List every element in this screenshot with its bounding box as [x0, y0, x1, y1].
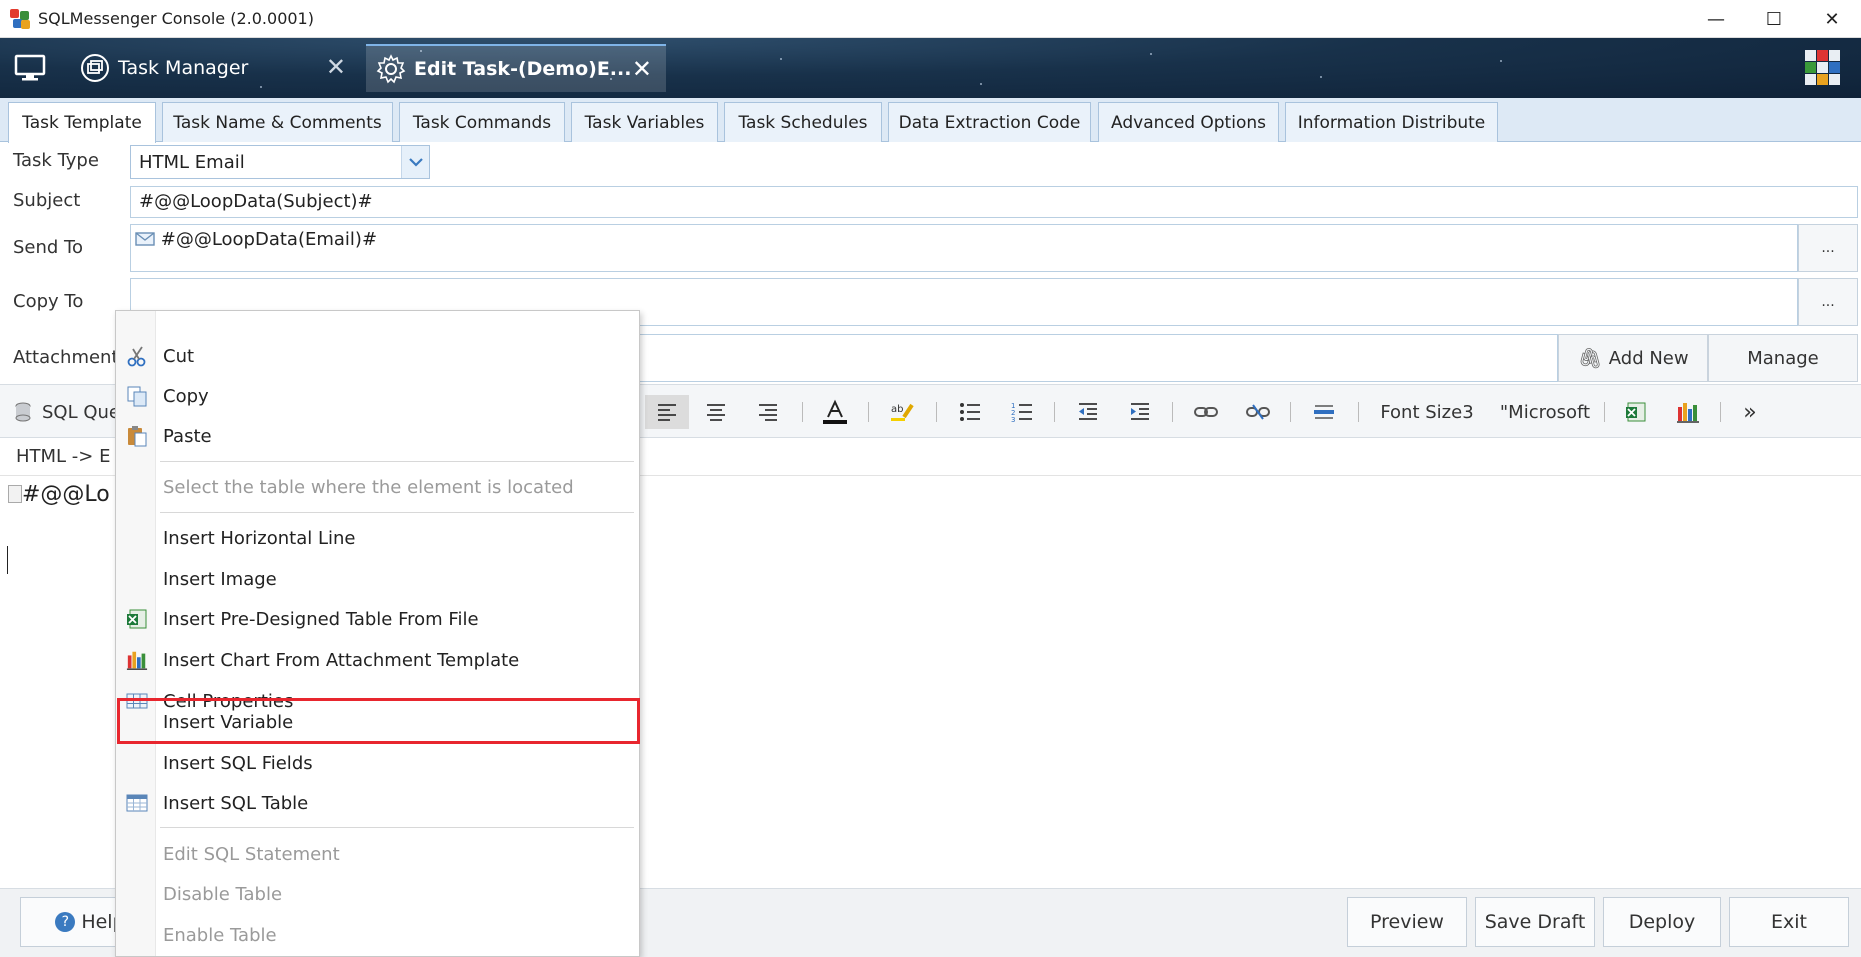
highlight-color-icon[interactable]: ab	[880, 395, 924, 429]
chart-icon	[126, 651, 148, 670]
copy-to-browse-button[interactable]: ...	[1798, 278, 1858, 326]
task-type-select[interactable]: HTML Email	[130, 145, 430, 179]
subject-label: Subject	[13, 190, 81, 211]
menu-item-paste[interactable]: Paste	[117, 417, 638, 455]
task-manager-icon	[81, 54, 109, 82]
send-to-label: Send To	[13, 237, 84, 258]
close-tab-icon[interactable]: ✕	[632, 55, 652, 83]
maximize-button[interactable]: ☐	[1745, 0, 1803, 38]
menu-item-insert-sql-table[interactable]: Insert SQL Table	[117, 784, 638, 822]
send-to-browse-button[interactable]: ...	[1798, 224, 1858, 272]
task-type-value: HTML Email	[139, 151, 245, 173]
tab-edit-task[interactable]: Edit Task-(Demo)E... ✕	[366, 44, 666, 92]
excel-icon	[127, 609, 147, 629]
menu-item-insert-predesigned-table[interactable]: Insert Pre-Designed Table From File	[117, 600, 638, 638]
menu-item-cut[interactable]: Cut	[117, 337, 638, 375]
menu-item-disable-table[interactable]: Disable Table	[117, 875, 638, 913]
menu-item-select-table[interactable]: Select the table where the element is lo…	[117, 468, 638, 506]
sql-query-label: SQL Que	[42, 401, 120, 423]
paste-icon	[128, 426, 147, 447]
numbered-list-icon[interactable]: 123	[1000, 395, 1044, 429]
menu-item-insert-image[interactable]: Insert Image	[117, 560, 638, 598]
editor-context-menu: Cut Copy Paste Select the table where th…	[115, 310, 640, 957]
app-header: Task Manager ✕ Edit Task-(Demo)E... ✕	[0, 38, 1861, 98]
copy-icon	[127, 386, 147, 407]
tab-task-variables[interactable]: Task Variables	[571, 102, 718, 142]
database-icon	[15, 402, 31, 422]
align-right-button[interactable]	[746, 395, 790, 429]
chevron-down-icon[interactable]	[401, 146, 429, 178]
more-tools-icon[interactable]: »	[1730, 395, 1770, 429]
send-to-value: #@@LoopData(Email)#	[160, 229, 378, 250]
menu-item-edit-sql-statement[interactable]: Edit SQL Statement	[117, 835, 638, 873]
help-icon: ?	[55, 912, 76, 932]
menu-item-copy[interactable]: Copy	[117, 377, 638, 415]
send-to-input[interactable]: #@@LoopData(Email)#	[130, 224, 1798, 272]
subject-input[interactable]: #@@LoopData(Subject)#	[130, 186, 1858, 218]
tab-task-manager[interactable]: Task Manager ✕	[70, 44, 360, 92]
svg-text:ab: ab	[891, 404, 903, 415]
sql-query-button[interactable]: SQL Que	[14, 395, 124, 429]
text-caret	[7, 546, 8, 574]
tab-label: Edit Task-(Demo)E...	[414, 58, 632, 80]
app-logo-icon	[10, 8, 30, 29]
manage-attachments-button[interactable]: Manage	[1708, 334, 1858, 382]
unlink-icon[interactable]	[1236, 395, 1280, 429]
task-tab-bar: Task Template Task Name & Comments Task …	[0, 98, 1861, 143]
chart-icon[interactable]	[1668, 395, 1708, 429]
add-new-label: Add New	[1608, 347, 1689, 369]
close-tab-icon[interactable]: ✕	[326, 53, 346, 81]
gear-icon	[376, 54, 406, 84]
tab-advanced-options[interactable]: Advanced Options	[1098, 102, 1279, 142]
horizontal-line-icon[interactable]	[1302, 395, 1346, 429]
app-cube-logo-icon	[1805, 50, 1840, 85]
tab-task-schedules[interactable]: Task Schedules	[724, 102, 882, 142]
menu-item-insert-sql-fields[interactable]: Insert SQL Fields	[117, 744, 638, 782]
bullet-list-icon[interactable]	[948, 395, 992, 429]
tab-task-name-comments[interactable]: Task Name & Comments	[162, 102, 393, 142]
window-title: SQLMessenger Console (2.0.0001)	[38, 9, 314, 28]
task-type-label: Task Type	[13, 150, 99, 171]
scissors-icon	[127, 346, 146, 367]
font-name-select[interactable]: "Microsoft	[1490, 395, 1600, 429]
menu-item-insert-horizontal-line[interactable]: Insert Horizontal Line	[117, 519, 638, 557]
tab-task-commands[interactable]: Task Commands	[399, 102, 565, 142]
outdent-icon[interactable]	[1066, 395, 1110, 429]
excel-table-icon[interactable]	[1616, 395, 1656, 429]
align-left-button[interactable]	[645, 395, 689, 429]
menu-item-enable-table[interactable]: Enable Table	[117, 916, 638, 954]
add-new-attachment-button[interactable]: 🖇 Add New	[1558, 334, 1708, 382]
insert-variable-highlight	[117, 698, 640, 744]
tab-data-extraction-code[interactable]: Data Extraction Code	[888, 102, 1091, 142]
tab-task-template[interactable]: Task Template	[8, 102, 156, 143]
svg-text:3: 3	[1011, 416, 1015, 422]
attachment-label: Attachment	[13, 347, 119, 368]
tab-label: Task Manager	[118, 57, 249, 79]
minimize-button[interactable]: —	[1687, 0, 1745, 38]
monitor-icon[interactable]	[14, 54, 46, 82]
deploy-button[interactable]: Deploy	[1603, 897, 1721, 947]
subject-value: #@@LoopData(Subject)#	[139, 191, 373, 212]
indent-icon[interactable]	[1118, 395, 1162, 429]
preview-button[interactable]: Preview	[1347, 897, 1467, 947]
sql-table-icon	[126, 794, 148, 812]
tab-information-distribute[interactable]: Information Distribute	[1285, 102, 1498, 142]
exit-button[interactable]: Exit	[1729, 897, 1849, 947]
close-window-button[interactable]: ✕	[1803, 0, 1861, 38]
font-size-select[interactable]: Font Size3	[1372, 395, 1482, 429]
window-title-bar: SQLMessenger Console (2.0.0001) — ☐ ✕	[0, 0, 1861, 38]
link-icon[interactable]	[1184, 395, 1228, 429]
editor-content[interactable]: #@@Lo	[8, 482, 110, 507]
email-envelope-icon	[135, 232, 155, 246]
copy-to-label: Copy To	[13, 291, 84, 312]
align-center-button[interactable]	[694, 395, 738, 429]
paperclip-icon: 🖇	[1577, 346, 1603, 370]
editor-image-alt-text: #@@Lo	[22, 482, 110, 507]
broken-image-icon	[8, 485, 22, 503]
font-color-icon[interactable]	[813, 395, 857, 429]
save-draft-button[interactable]: Save Draft	[1475, 897, 1595, 947]
menu-item-insert-chart[interactable]: Insert Chart From Attachment Template	[117, 641, 638, 679]
